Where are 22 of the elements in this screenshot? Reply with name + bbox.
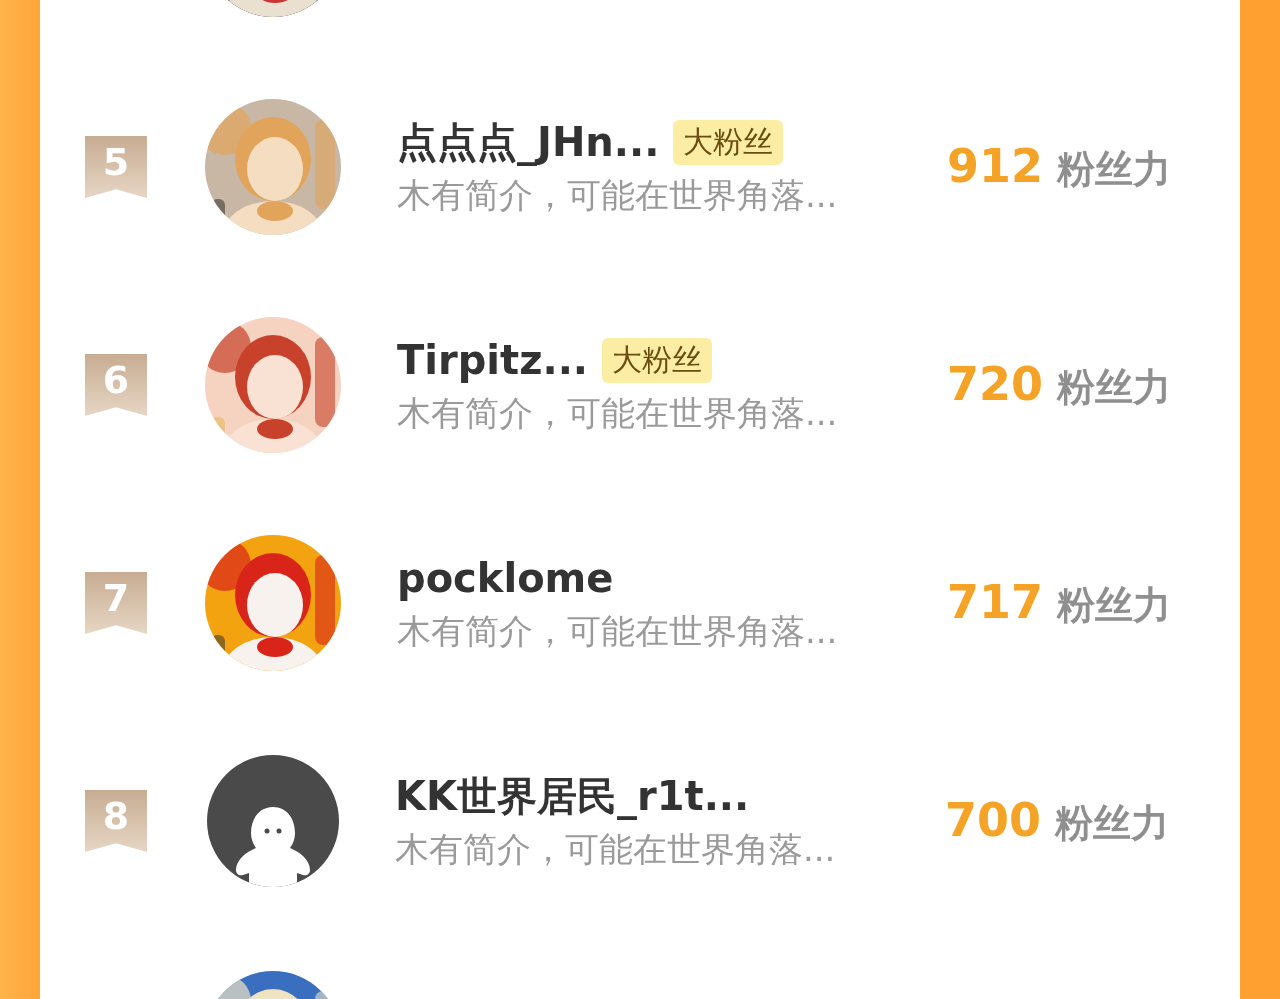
rank-ribbon: 6 [85,354,147,416]
score-unit: 粉丝力 [1057,146,1172,193]
rank-ribbon: 8 [85,790,147,852]
fan-badge: 大粉丝 [602,337,713,383]
score-unit: 粉丝力 [1055,800,1170,847]
user-name[interactable]: 点点点_JHn... [397,117,660,167]
score-unit: 粉丝力 [1057,364,1172,411]
fan-score: 912 [947,139,1044,193]
fan-score: 717 [947,575,1044,629]
user-name[interactable]: KK世界居民_r1t... [395,771,750,821]
user-name[interactable]: pocklome [397,553,614,603]
user-bio: 木有简介，可能在世界角落... [397,610,839,653]
fan-score: 720 [947,357,1044,411]
fan-score: 700 [945,793,1042,847]
user-bio: 木有简介，可能在世界角落... [397,174,839,217]
score-unit: 粉丝力 [1057,582,1172,629]
rank-ribbon: 5 [85,136,147,198]
user-bio: 木有简介，可能在世界角落... [395,828,837,871]
rank-ribbon: 7 [85,572,147,634]
user-bio: 木有简介，可能在世界角落... [397,392,839,435]
user-name[interactable]: Tirpitz... [397,335,589,385]
fan-badge: 大粉丝 [673,119,784,165]
